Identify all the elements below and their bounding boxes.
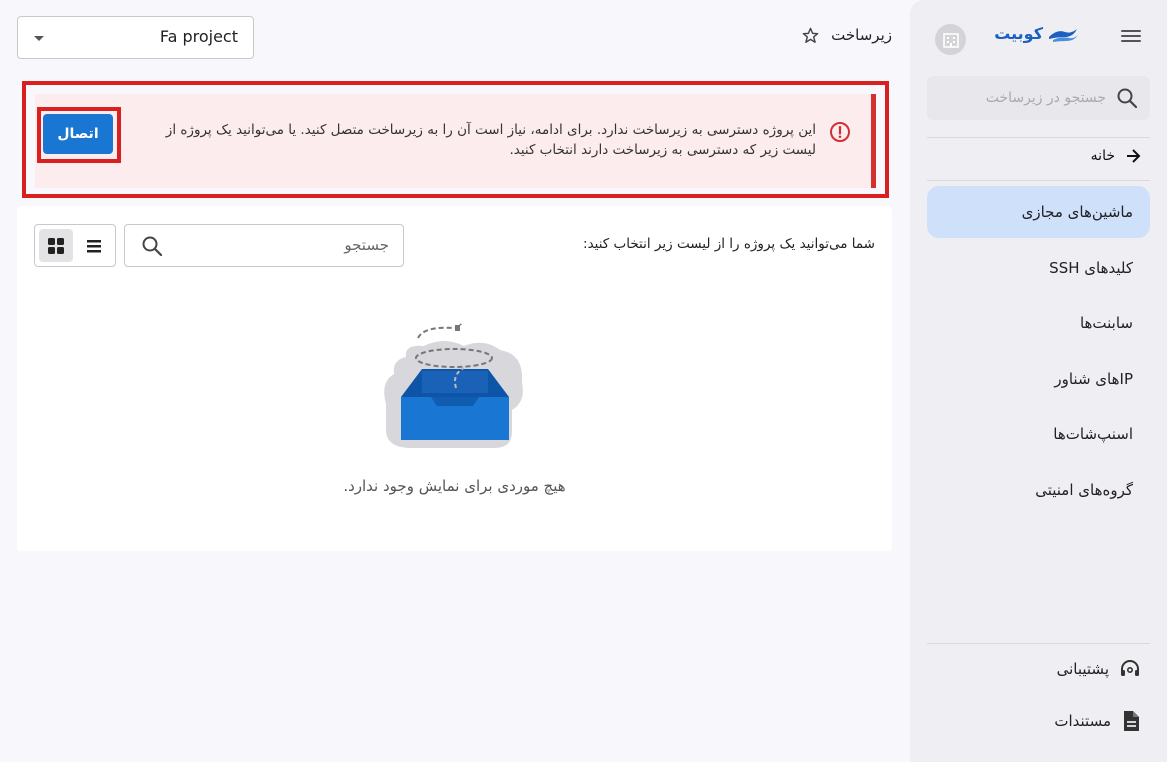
no-access-alert: این پروژه دسترسی به زیرساخت ندارد. برای … xyxy=(35,94,876,188)
grid-view-button[interactable] xyxy=(39,229,73,262)
error-icon xyxy=(829,121,851,147)
project-select[interactable]: Fa project xyxy=(17,16,254,59)
arrow-right-icon xyxy=(1127,149,1141,163)
organization-avatar[interactable] xyxy=(935,24,966,55)
support-label: پشتیبانی xyxy=(1056,660,1109,678)
project-list-label: شما می‌توانید یک پروژه را از لیست زیر ان… xyxy=(583,236,875,252)
logo-text: کوبیت xyxy=(994,24,1043,43)
docs-link[interactable]: مستندات xyxy=(1054,710,1141,732)
home-link[interactable]: خانه xyxy=(1091,148,1141,164)
project-search-input[interactable] xyxy=(189,236,389,254)
grid-icon xyxy=(48,237,64,254)
document-icon xyxy=(1124,711,1139,731)
chevron-down-icon xyxy=(34,36,44,41)
logo-wave-icon xyxy=(1049,28,1078,42)
sidebar: کوبیت خانه ماشین‌های مجازی کلیدهای SSH xyxy=(910,0,1167,762)
list-view-button[interactable] xyxy=(77,229,111,262)
search-icon xyxy=(141,235,163,261)
logo[interactable]: کوبیت xyxy=(994,24,1079,43)
home-label: خانه xyxy=(1090,148,1115,164)
support-link[interactable]: پشتیبانی xyxy=(1057,658,1141,680)
list-icon xyxy=(87,239,101,252)
sidebar-item-ssh-keys[interactable]: کلیدهای SSH xyxy=(927,242,1150,294)
divider xyxy=(927,137,1150,138)
project-select-value: Fa project xyxy=(159,27,238,46)
view-toggle xyxy=(34,224,116,267)
empty-state-text: هیچ موردی برای نمایش وجود ندارد. xyxy=(343,477,566,495)
divider xyxy=(927,180,1150,181)
alert-message: این پروژه دسترسی به زیرساخت ندارد. برای … xyxy=(165,122,816,158)
project-search[interactable] xyxy=(124,224,404,267)
building-icon xyxy=(942,32,959,48)
sidebar-item-security-groups[interactable]: گروه‌های امنیتی xyxy=(927,464,1150,516)
sidebar-search-input[interactable] xyxy=(946,90,1106,106)
sidebar-header: کوبیت xyxy=(910,22,1167,56)
docs-label: مستندات xyxy=(1054,712,1111,730)
search-icon xyxy=(1117,88,1138,109)
sidebar-search[interactable] xyxy=(927,76,1150,120)
sidebar-item-virtual-machines[interactable]: ماشین‌های مجازی xyxy=(927,186,1150,238)
sidebar-item-subnets[interactable]: سابنت‌ها xyxy=(927,297,1150,349)
page-title: زیرساخت xyxy=(831,26,892,44)
sidebar-item-snapshots[interactable]: اسنپ‌شات‌ها xyxy=(927,408,1150,460)
divider xyxy=(927,643,1150,644)
menu-icon[interactable] xyxy=(1121,28,1141,44)
star-icon[interactable] xyxy=(802,27,819,44)
headset-icon xyxy=(1121,660,1139,676)
breadcrumb: زیرساخت xyxy=(802,26,892,44)
sidebar-item-floating-ips[interactable]: IPهای شناور xyxy=(927,353,1150,405)
sidebar-nav: ماشین‌های مجازی کلیدهای SSH سابنت‌ها IPه… xyxy=(927,186,1150,519)
empty-box-illustration xyxy=(384,322,526,456)
connect-button[interactable]: اتصال xyxy=(43,114,113,154)
